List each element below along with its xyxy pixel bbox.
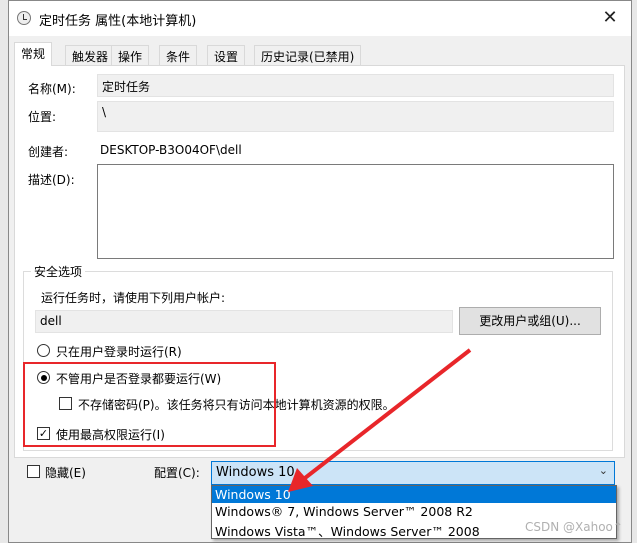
- annotation-arrow: [288, 348, 472, 492]
